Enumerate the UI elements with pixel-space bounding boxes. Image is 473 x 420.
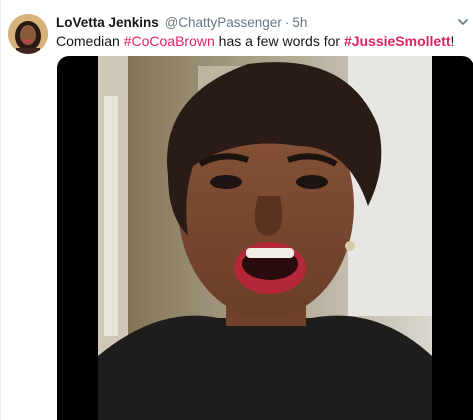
tweet-header: LoVetta Jenkins @ChattyPassenger · 5h: [56, 14, 307, 32]
tweet-timestamp[interactable]: 5h: [292, 15, 307, 30]
avatar-image: [8, 14, 48, 54]
video-player[interactable]: [57, 56, 473, 420]
tweet-text-suffix: !: [450, 33, 455, 49]
tweet-card[interactable]: LoVetta Jenkins @ChattyPassenger · 5h Come…: [0, 0, 473, 420]
hashtag-link[interactable]: #JussieSmollett: [344, 33, 451, 49]
hashtag-link[interactable]: #CoCoaBrown: [124, 33, 215, 49]
author-name[interactable]: LoVetta Jenkins: [56, 15, 159, 30]
chevron-down-icon[interactable]: [457, 16, 469, 28]
avatar[interactable]: [8, 14, 48, 54]
separator-dot: ·: [284, 15, 290, 30]
tweet-text-prefix: Comedian: [56, 33, 124, 49]
author-handle[interactable]: @ChattyPassenger: [165, 15, 282, 30]
tweet-text-middle: has a few words for: [214, 33, 344, 49]
video-frame-image: [98, 56, 432, 420]
tweet-text: Comedian #CoCoaBrown has a few words for…: [56, 32, 466, 51]
